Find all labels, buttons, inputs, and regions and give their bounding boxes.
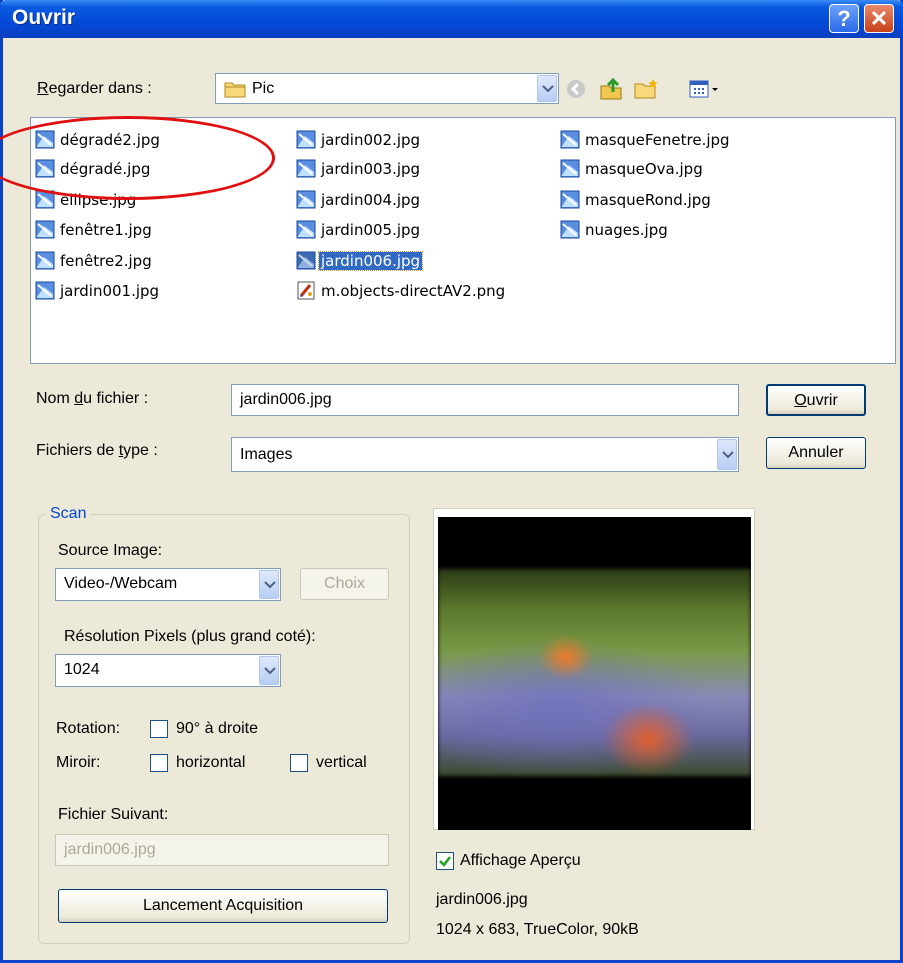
file-name: jardin005.jpg: [321, 221, 421, 239]
resolution-label: Résolution Pixels (plus grand coté):: [64, 628, 316, 645]
title-bar: Ouvrir ? ✕: [0, 0, 903, 38]
image-file-icon: [296, 190, 316, 209]
preview-frame: [433, 508, 755, 830]
open-dialog: Ouvrir ? ✕ Regarder dans : Pic dégradé2.…: [0, 0, 903, 963]
image-file-icon: [35, 251, 55, 270]
chevron-down-icon[interactable]: [259, 570, 279, 599]
filetype-label: Fichiers de type :: [36, 442, 158, 459]
up-folder-icon[interactable]: [599, 77, 623, 105]
file-name: masqueRond.jpg: [585, 191, 711, 209]
choix-button[interactable]: Choix: [300, 568, 389, 600]
png-file-icon: [297, 281, 315, 300]
filename-input[interactable]: jardin006.jpg: [231, 384, 739, 416]
image-file-icon: [35, 220, 55, 239]
next-file-input[interactable]: jardin006.jpg: [55, 834, 389, 866]
image-file-icon: [560, 190, 580, 209]
launch-acquisition-button[interactable]: Lancement Acquisition: [58, 889, 388, 923]
filename-label: Nom du fichier :: [36, 390, 149, 407]
next-file-label: Fichier Suivant:: [58, 806, 169, 823]
rotation-option-label: 90° à droite: [176, 720, 259, 737]
view-menu-icon[interactable]: [689, 78, 721, 105]
new-folder-icon[interactable]: [633, 78, 659, 105]
filetype-combo[interactable]: Images: [231, 437, 739, 472]
folder-icon: [224, 80, 246, 103]
file-name: masqueOva.jpg: [585, 160, 703, 178]
file-name: jardin001.jpg: [60, 282, 160, 300]
image-file-icon: [35, 281, 55, 300]
preview-info: 1024 x 683, TrueColor, 90kB: [436, 921, 639, 938]
chevron-down-icon[interactable]: [259, 656, 279, 685]
file-name: jardin002.jpg: [321, 131, 421, 149]
help-button[interactable]: ?: [829, 4, 859, 33]
resolution-combo[interactable]: 1024: [55, 654, 281, 687]
resolution-value: 1024: [64, 661, 100, 678]
chevron-down-icon[interactable]: [537, 75, 557, 102]
rotation-label: Rotation:: [56, 720, 121, 737]
source-image-value: Video-/Webcam: [64, 575, 178, 592]
image-file-icon: [560, 130, 580, 149]
source-image-label: Source Image:: [58, 542, 163, 559]
open-button[interactable]: Ouvrir: [766, 384, 866, 416]
checkmark-icon: [439, 856, 451, 867]
preview-checkbox[interactable]: [436, 852, 454, 870]
rotation-checkbox[interactable]: [150, 720, 168, 738]
file-name: masqueFenetre.jpg: [585, 131, 730, 149]
look-in-value: Pic: [252, 80, 275, 97]
cancel-button[interactable]: Annuler: [766, 437, 866, 469]
mirror-vertical-checkbox[interactable]: [290, 754, 308, 772]
mirror-label: Miroir:: [56, 754, 101, 771]
mirror-horizontal-label: horizontal: [176, 754, 246, 771]
preview-photo: [438, 569, 751, 776]
file-name: jardin003.jpg: [321, 160, 421, 178]
preview-filename: jardin006.jpg: [436, 891, 528, 908]
source-image-combo[interactable]: Video-/Webcam: [55, 568, 281, 601]
preview-checkbox-label: Affichage Aperçu: [460, 852, 581, 869]
image-file-icon: [560, 220, 580, 239]
file-name: jardin004.jpg: [321, 191, 421, 209]
back-icon[interactable]: [565, 78, 587, 105]
look-in-combo[interactable]: Pic: [215, 73, 559, 104]
file-name: nuages.jpg: [585, 221, 668, 239]
chevron-down-icon[interactable]: [717, 439, 737, 470]
dialog-title: Ouvrir: [12, 6, 76, 29]
image-file-icon: [560, 159, 580, 178]
file-name: m.objects-directAV2.png: [321, 282, 506, 300]
file-name: fenêtre2.jpg: [60, 252, 152, 270]
image-file-icon: [296, 130, 316, 149]
scan-legend: Scan: [46, 505, 91, 523]
image-file-icon: [296, 251, 316, 270]
preview-image: [438, 517, 751, 830]
image-file-icon: [296, 159, 316, 178]
filetype-value: Images: [240, 446, 293, 463]
close-button[interactable]: ✕: [864, 4, 894, 33]
image-file-icon: [296, 220, 316, 239]
file-name: jardin006.jpg: [317, 251, 424, 271]
mirror-horizontal-checkbox[interactable]: [150, 754, 168, 772]
mirror-vertical-label: vertical: [316, 754, 367, 771]
file-name: fenêtre1.jpg: [60, 221, 152, 239]
look-in-label: Regarder dans :: [37, 80, 152, 97]
